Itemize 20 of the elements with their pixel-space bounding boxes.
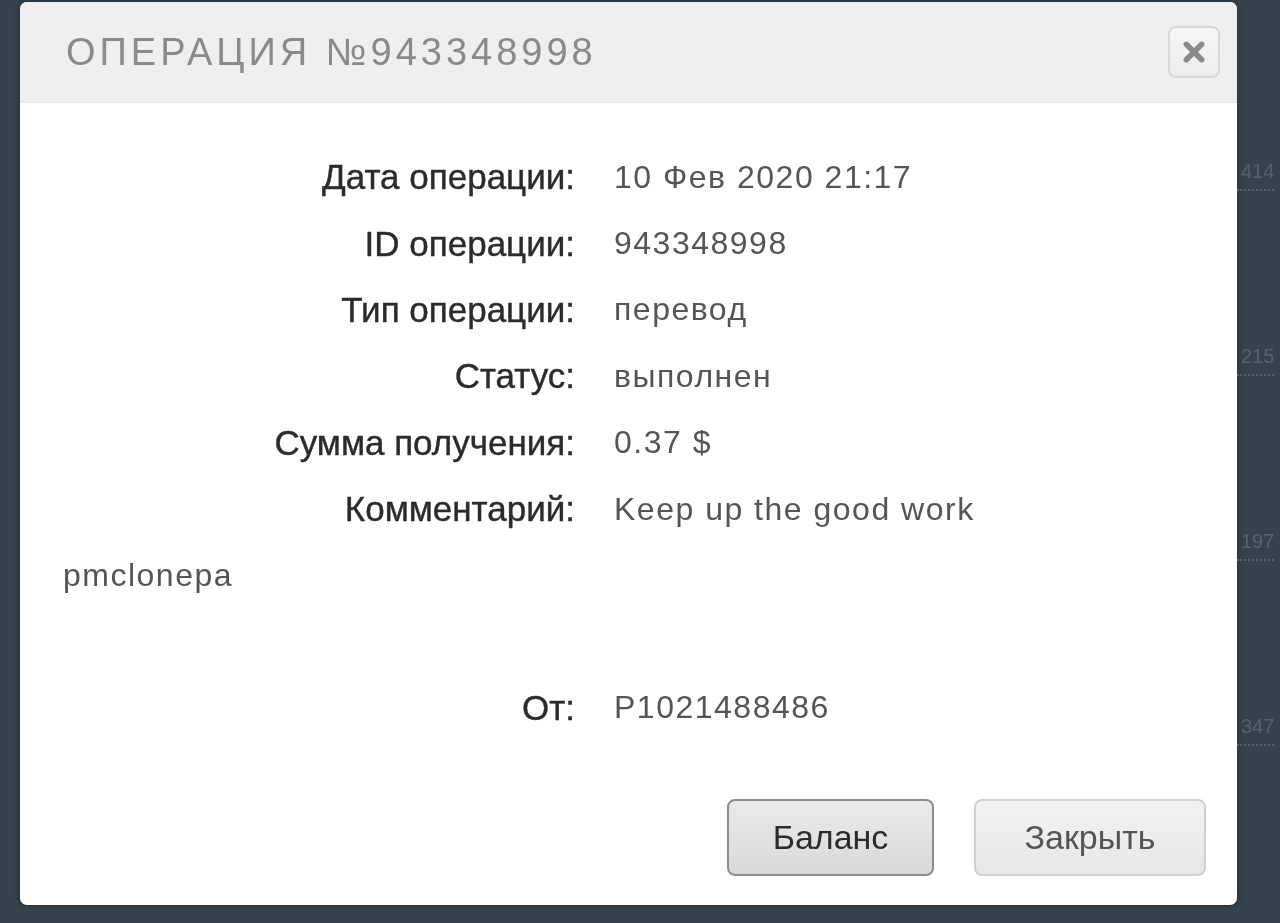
field-value: Keep up the good work bbox=[614, 490, 975, 528]
field-label: Дата операции: bbox=[322, 157, 575, 198]
field-value: перевод bbox=[614, 291, 748, 329]
field-label: ID операции: bbox=[364, 223, 575, 264]
field-label: Сумма получения: bbox=[274, 422, 575, 463]
comment-continuation-text: pmclonepa bbox=[63, 555, 234, 595]
field-value: выполнен bbox=[614, 357, 773, 395]
field-label: Статус: bbox=[454, 356, 575, 397]
dialog-button[interactable]: Закрыть bbox=[974, 798, 1206, 876]
field-label: Комментарий: bbox=[344, 489, 575, 530]
close-icon bbox=[1183, 41, 1205, 63]
field-label: От: bbox=[522, 687, 575, 728]
dialog-button[interactable]: Баланс bbox=[727, 798, 934, 876]
close-button[interactable] bbox=[1168, 26, 1220, 78]
field-value: 10 Фев 2020 21:17 bbox=[614, 158, 913, 196]
field-label: Тип операции: bbox=[341, 289, 575, 330]
field-value: 0.37 $ bbox=[614, 424, 712, 462]
field-value: P1021488486 bbox=[614, 689, 830, 727]
field-value: 943348998 bbox=[614, 225, 788, 263]
dialog-title: ОПЕРАЦИЯ №943348998 bbox=[66, 30, 597, 74]
